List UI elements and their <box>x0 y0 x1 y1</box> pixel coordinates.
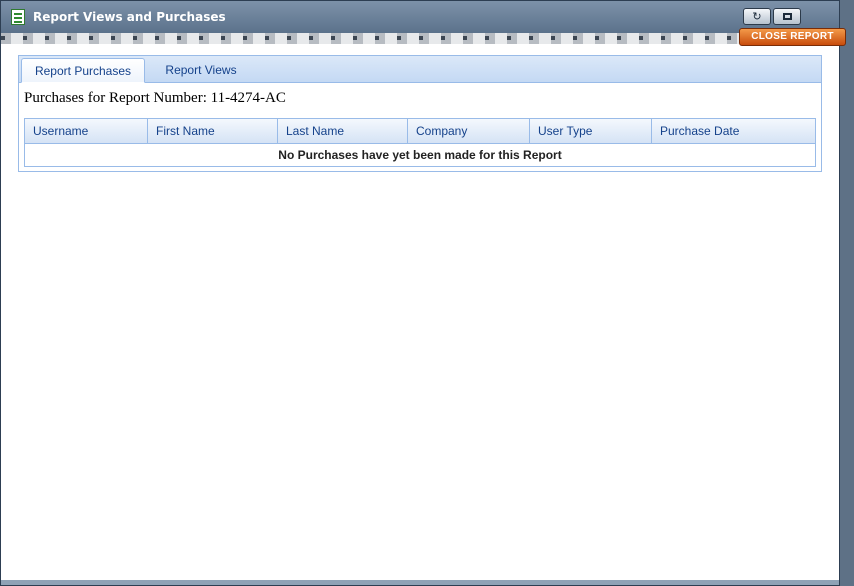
binder-rings-decoration <box>1 33 839 44</box>
column-purchase-date[interactable]: Purchase Date <box>652 119 815 143</box>
background-right <box>840 0 854 586</box>
column-username[interactable]: Username <box>25 119 148 143</box>
column-last-name[interactable]: Last Name <box>278 119 408 143</box>
window-content: Report Purchases Report Views Purchases … <box>10 45 830 580</box>
column-first-name[interactable]: First Name <box>148 119 278 143</box>
maximize-button[interactable] <box>773 8 801 25</box>
refresh-icon: ↻ <box>752 10 762 23</box>
close-report-button[interactable]: CLOSE REPORT <box>739 28 846 46</box>
tab-report-purchases[interactable]: Report Purchases <box>21 58 145 83</box>
maximize-icon <box>782 13 792 20</box>
grid-header: Username First Name Last Name Company Us… <box>25 119 815 144</box>
purchases-grid: Username First Name Last Name Company Us… <box>24 118 816 167</box>
refresh-button[interactable]: ↻ <box>743 8 771 25</box>
tab-report-views[interactable]: Report Views <box>155 58 247 82</box>
column-user-type[interactable]: User Type <box>530 119 652 143</box>
tab-strip: Report Purchases Report Views <box>19 56 821 83</box>
column-company[interactable]: Company <box>408 119 530 143</box>
tab-panel: Report Purchases Report Views Purchases … <box>18 55 822 172</box>
report-list-icon <box>11 9 25 25</box>
window-bottom-border <box>1 580 839 585</box>
window-titlebar[interactable]: Report Views and Purchases ↻ <box>1 1 839 34</box>
report-window: Report Views and Purchases ↻ Report Purc… <box>0 0 840 586</box>
window-title: Report Views and Purchases <box>33 10 226 24</box>
report-heading: Purchases for Report Number: 11-4274-AC <box>24 90 286 106</box>
grid-empty-message: No Purchases have yet been made for this… <box>278 148 562 162</box>
